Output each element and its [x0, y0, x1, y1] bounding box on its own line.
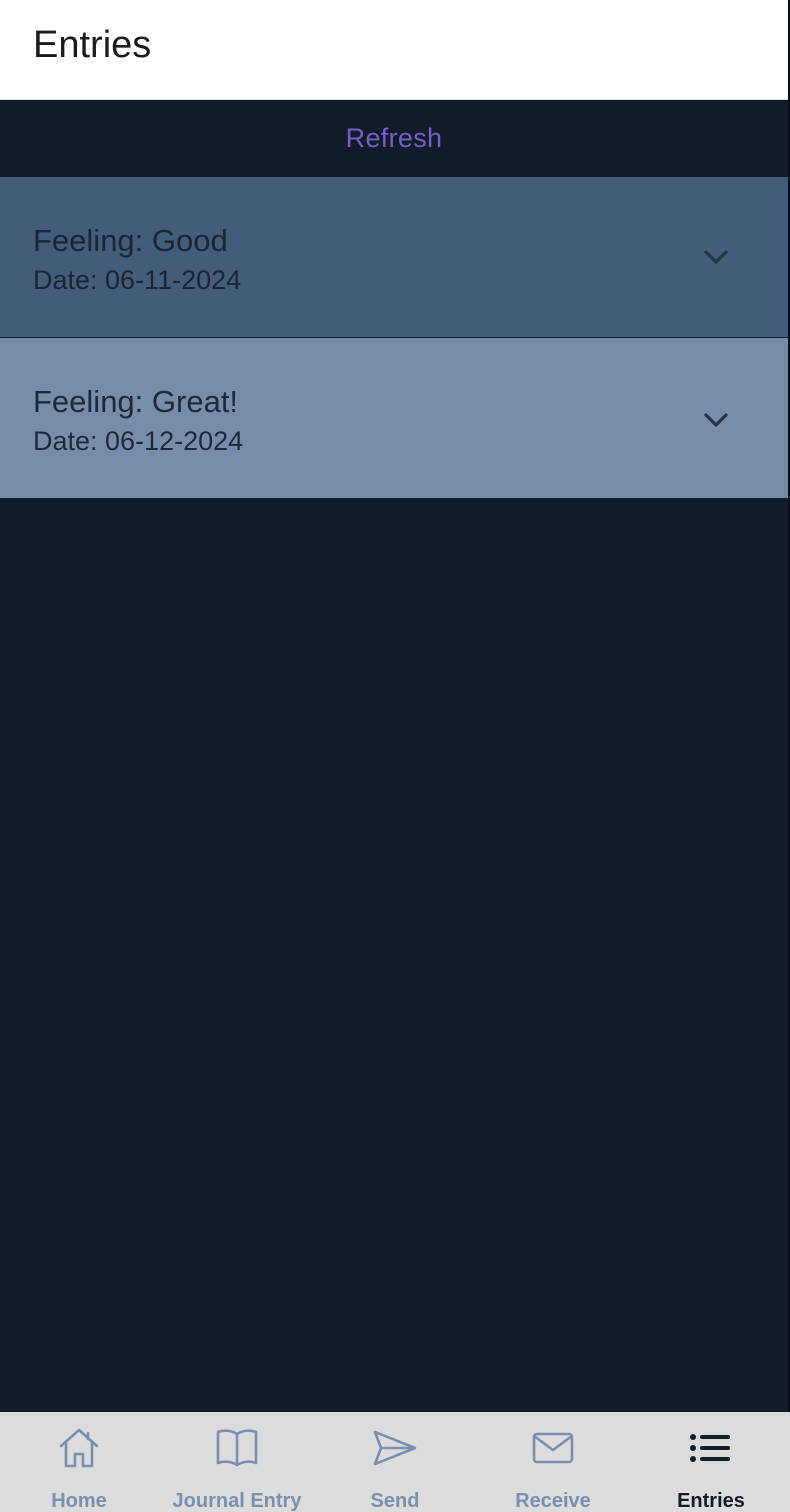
nav-item-home[interactable]: Home — [0, 1412, 158, 1512]
refresh-label: Refresh — [345, 123, 443, 153]
entry-feeling: Feeling: Great! — [33, 384, 239, 419]
nav-item-receive[interactable]: Receive — [474, 1412, 632, 1512]
nav-label: Receive — [515, 1490, 591, 1512]
book-icon — [212, 1424, 262, 1472]
entry-item[interactable]: Feeling: Great! Date: 06-12-2024 — [0, 338, 788, 498]
nav-label: Entries — [677, 1490, 745, 1512]
bottom-navigation: Home Journal Entry Send Receive Entries — [0, 1412, 790, 1512]
chevron-down-icon[interactable] — [700, 241, 732, 273]
nav-item-send[interactable]: Send — [316, 1412, 474, 1512]
mail-icon — [528, 1424, 578, 1472]
entry-date: Date: 06-12-2024 — [33, 426, 244, 456]
page-title: Entries — [33, 24, 152, 66]
send-icon — [370, 1424, 420, 1472]
chevron-down-icon[interactable] — [700, 404, 732, 436]
nav-label: Send — [370, 1490, 420, 1512]
nav-label: Journal Entry — [172, 1490, 302, 1512]
entry-feeling: Feeling: Good — [33, 223, 228, 258]
home-icon — [54, 1424, 104, 1472]
nav-item-journal-entry[interactable]: Journal Entry — [158, 1412, 316, 1512]
nav-item-entries[interactable]: Entries — [632, 1412, 790, 1512]
refresh-button[interactable]: Refresh — [0, 100, 788, 177]
list-icon — [686, 1424, 736, 1472]
entry-date: Date: 06-11-2024 — [33, 265, 242, 295]
nav-label: Home — [51, 1490, 107, 1512]
app-header: Entries — [0, 0, 788, 100]
app-screen: Entries Refresh Feeling: Good Date: 06-1… — [0, 0, 790, 1512]
entry-item[interactable]: Feeling: Good Date: 06-11-2024 — [0, 177, 788, 337]
